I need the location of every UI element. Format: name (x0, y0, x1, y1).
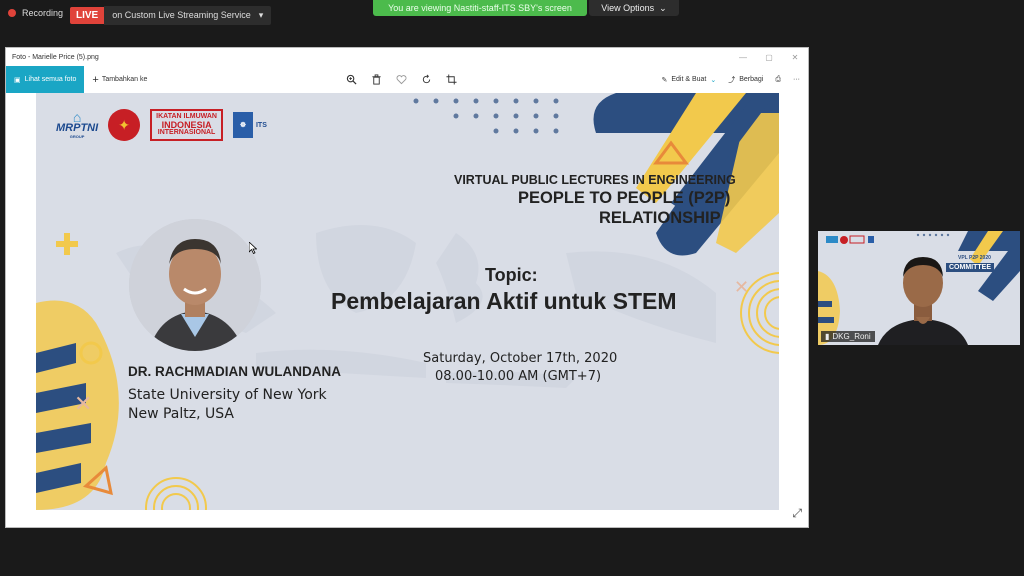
plus-icon: + (92, 73, 99, 86)
maximize-icon[interactable]: ▢ (756, 53, 782, 62)
i4-logo-line2: INDONESIA (161, 120, 212, 130)
screen-share-banner: You are viewing Nastiti-staff-ITS SBY's … (373, 0, 587, 16)
speaker-photo (129, 219, 261, 351)
speaker-location: New Paltz, USA (128, 406, 234, 422)
decor-dots (413, 98, 559, 134)
window-titlebar: Foto - Marielle Price (5).png — ▢ ✕ (6, 48, 808, 66)
mrptni-logo-subtext: GROUP (69, 133, 85, 139)
decor-plus-left (56, 233, 78, 255)
its-logo-text: ITS (255, 121, 267, 129)
toolbar-right: ✎ Edit & Buat ⌄ ⤴ Berbagi ⎙ ··· (661, 66, 800, 93)
crop-icon[interactable] (446, 74, 457, 85)
i4-logo-line3: INTERNASIONAL (157, 129, 216, 136)
participant-name: DKG_Roni (832, 332, 871, 341)
more-options-button[interactable]: ··· (793, 76, 800, 83)
minimize-icon[interactable]: — (730, 53, 756, 62)
series-title-line1: PEOPLE TO PEOPLE (P2P) (518, 189, 731, 207)
garuda-emblem-icon: ✦ (108, 109, 141, 141)
participant-video-tile[interactable]: VPL P2P 2020 COMMITTEE ▮ DKG_Roni (818, 231, 1020, 345)
edit-icon: ✎ (661, 76, 668, 84)
live-service-label: on Custom Live Streaming Service (112, 10, 251, 20)
chevron-down-icon: ⌄ (710, 76, 717, 84)
slide-image: ✕ ✕ ⌂ MRPTNI GROUP ✦ IKATAN ILMUWAN INDO… (36, 93, 779, 510)
mrptni-logo: ⌂ MRPTNI GROUP (56, 108, 99, 139)
chevron-down-icon: ⌄ (659, 2, 667, 13)
screen-share-banner-text: You are viewing Nastiti-staff-ITS SBY's … (388, 3, 572, 13)
its-logo: ☸ ITS (232, 112, 267, 138)
speaker-name: DR. RACHMADIAN WULANDANA (128, 364, 341, 379)
share-icon: ⤴ (728, 76, 736, 84)
window-controls: — ▢ ✕ (730, 53, 808, 62)
signal-bars-icon: ▮ (825, 332, 830, 341)
close-icon[interactable]: ✕ (782, 53, 808, 62)
share-label: Berbagi (739, 76, 764, 83)
partner-logos: ⌂ MRPTNI GROUP ✦ IKATAN ILMUWAN INDONESI… (56, 109, 267, 141)
photos-toolbar: ▣ Lihat semua foto + Tambahkan ke ✎ Edit… (6, 66, 808, 93)
svg-text:✕: ✕ (736, 277, 749, 297)
mouse-cursor-icon (249, 242, 257, 254)
rotate-icon[interactable] (421, 74, 432, 85)
window-title: Foto - Marielle Price (5).png (12, 53, 99, 61)
delete-icon[interactable] (371, 74, 382, 85)
live-stream-control[interactable]: LIVE on Custom Live Streaming Service ▾ (70, 6, 272, 25)
see-all-photos-label: Lihat semua foto (24, 76, 77, 83)
share-button[interactable]: ⤴ Berbagi (728, 75, 763, 85)
event-time: 08.00-10.00 AM (GMT+7) (435, 369, 602, 384)
decor-right-rings: ✕ (736, 272, 779, 354)
speaker-affiliation: State University of New York (128, 387, 327, 403)
add-to-label: Tambahkan ke (101, 76, 148, 83)
fullscreen-icon[interactable]: ⤢ (792, 506, 802, 521)
topic-title: Pembelajaran Aktif untuk STEM (331, 288, 677, 314)
topic-label: Topic: (485, 265, 538, 285)
participant-vpl-tag: VPL P2P 2020 (958, 255, 991, 261)
photos-icon: ▣ (14, 76, 21, 84)
view-options-label: View Options (601, 3, 655, 13)
live-service-dropdown[interactable]: on Custom Live Streaming Service ▾ (104, 6, 272, 25)
speaker-portrait-icon (129, 219, 261, 351)
event-title: VIRTUAL PUBLIC LECTURES IN ENGINEERING (454, 173, 736, 187)
favorite-icon[interactable] (396, 74, 407, 85)
event-date: Saturday, October 17th, 2020 (423, 351, 618, 366)
zoom-icon[interactable] (346, 74, 357, 85)
committee-badge: COMMITTEE (946, 263, 994, 272)
participant-name-tag: ▮ DKG_Roni (821, 331, 875, 342)
recording-indicator[interactable]: Recording (8, 8, 63, 18)
its-emblem-icon: ☸ (232, 112, 253, 138)
edit-create-label: Edit & Buat (671, 76, 707, 83)
recording-label: Recording (22, 8, 64, 18)
i4-logo: IKATAN ILMUWAN INDONESIA INTERNASIONAL (150, 109, 223, 141)
series-title-line2: RELATIONSHIP (599, 209, 721, 227)
record-icon (8, 9, 16, 17)
participant-video-feed (818, 231, 1020, 345)
add-to-button[interactable]: + Tambahkan ke (92, 74, 147, 86)
see-all-photos-button[interactable]: ▣ Lihat semua foto (6, 66, 85, 93)
view-options-button[interactable]: View Options ⌄ (589, 0, 679, 16)
mrptni-roof-icon: ⌂ (72, 108, 82, 125)
photos-window: Foto - Marielle Price (5).png — ▢ ✕ ▣ Li… (5, 47, 809, 528)
print-icon[interactable]: ⎙ (775, 76, 781, 84)
toolbar-actions (346, 66, 457, 93)
svg-text:✕: ✕ (74, 391, 92, 416)
live-badge: LIVE (70, 7, 105, 24)
mrptni-logo-text: MRPTNI (56, 121, 99, 134)
caret-down-icon: ▾ (258, 10, 264, 20)
edit-create-button[interactable]: ✎ Edit & Buat ⌄ (661, 76, 716, 84)
